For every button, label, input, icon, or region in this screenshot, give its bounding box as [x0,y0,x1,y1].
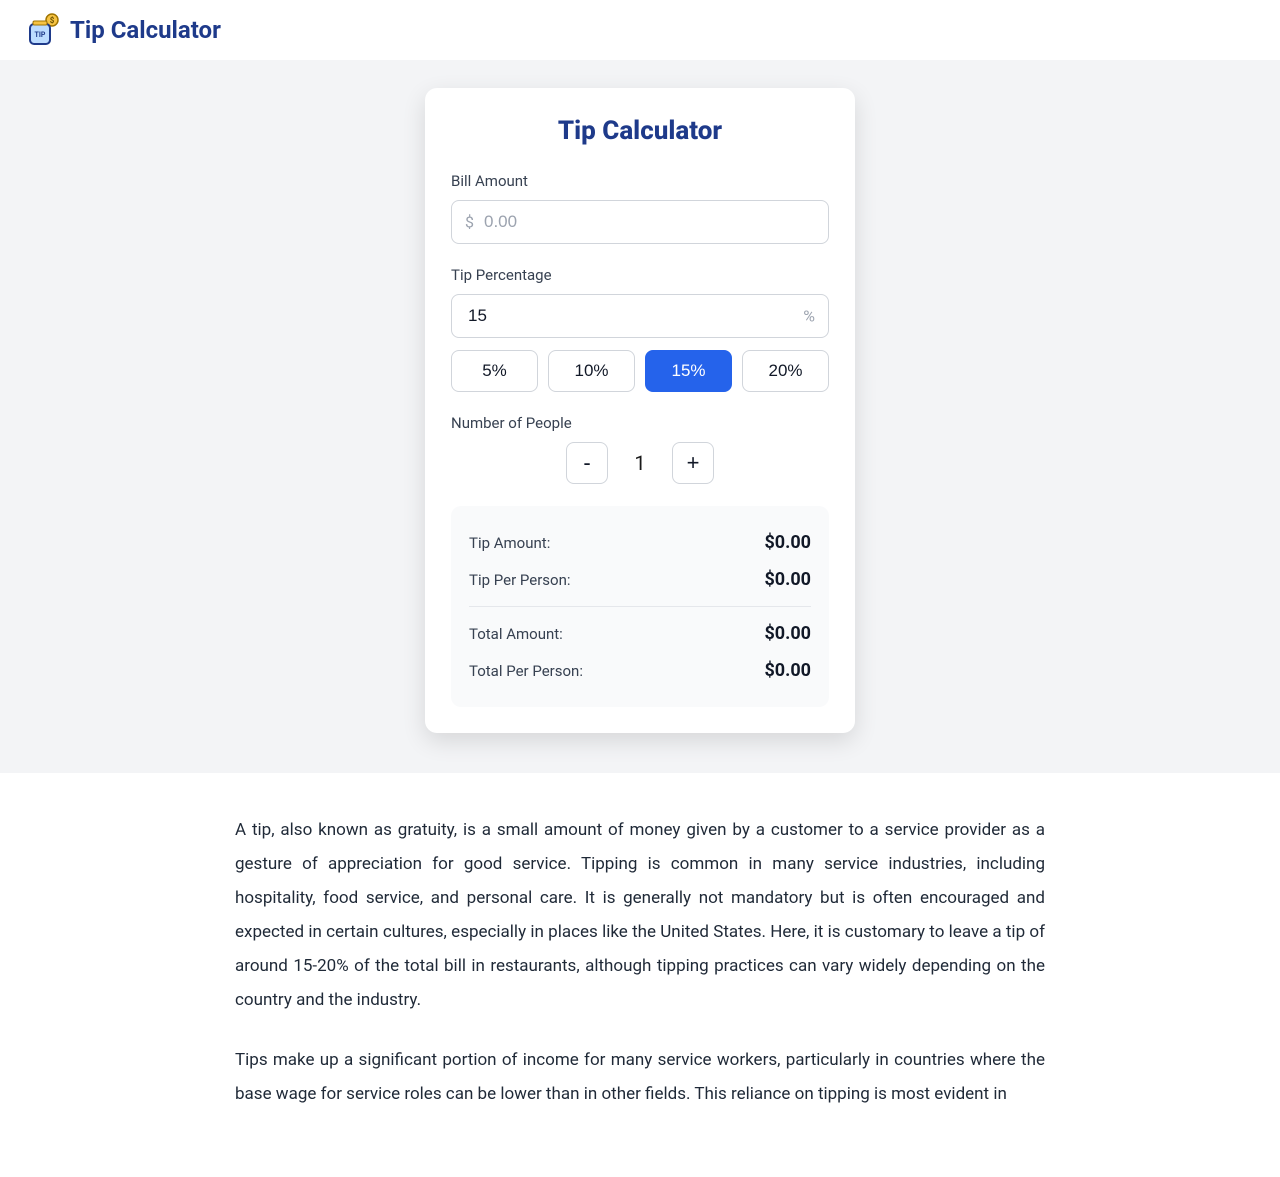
tip-preset-20[interactable]: 20% [742,350,829,392]
people-block: Number of People - 1 + [451,414,829,484]
dollar-prefix: $ [465,213,474,232]
results-panel: Tip Amount: $0.00 Tip Per Person: $0.00 … [451,506,829,707]
total-per-person-label: Total Per Person: [469,662,583,680]
card-title: Tip Calculator [451,116,829,146]
article-paragraph-1: A tip, also known as gratuity, is a smal… [235,813,1045,1017]
tip-per-person-label: Tip Per Person: [469,571,570,589]
total-amount-label: Total Amount: [469,625,563,643]
tip-preset-5[interactable]: 5% [451,350,538,392]
tip-preset-15[interactable]: 15% [645,350,732,392]
people-value: 1 [630,451,650,475]
tip-per-person-row: Tip Per Person: $0.00 [469,561,811,598]
total-per-person-row: Total Per Person: $0.00 [469,652,811,689]
people-label: Number of People [451,414,829,432]
people-decrement-button[interactable]: - [566,442,608,484]
total-amount-row: Total Amount: $0.00 [469,615,811,652]
hero-band: Tip Calculator Bill Amount $ Tip Percent… [0,60,1280,773]
results-divider [469,606,811,607]
calculator-card: Tip Calculator Bill Amount $ Tip Percent… [425,88,855,733]
article-paragraph-2: Tips make up a significant portion of in… [235,1043,1045,1111]
tip-preset-row: 5% 10% 15% 20% [451,350,829,392]
tip-percentage-block: Tip Percentage % 5% 10% 15% 20% [451,266,829,392]
total-per-person-value: $0.00 [764,660,811,681]
tip-percentage-group: % [451,294,829,338]
header-title: Tip Calculator [70,16,221,44]
tip-percentage-label: Tip Percentage [451,266,829,284]
bill-amount-label: Bill Amount [451,172,829,190]
svg-text:TIP: TIP [35,31,46,39]
tip-per-person-value: $0.00 [764,569,811,590]
total-amount-value: $0.00 [764,623,811,644]
article: A tip, also known as gratuity, is a smal… [225,813,1055,1177]
tip-amount-row: Tip Amount: $0.00 [469,524,811,561]
header: $ TIP Tip Calculator [0,0,1280,60]
people-stepper: - 1 + [451,442,829,484]
svg-text:$: $ [50,16,55,25]
tip-amount-label: Tip Amount: [469,534,550,552]
tip-jar-icon: $ TIP [24,12,60,48]
people-increment-button[interactable]: + [672,442,714,484]
tip-amount-value: $0.00 [764,532,811,553]
bill-amount-group: $ [451,200,829,244]
tip-preset-10[interactable]: 10% [548,350,635,392]
percent-suffix: % [803,307,815,326]
bill-amount-input[interactable] [451,200,829,244]
tip-percentage-input[interactable] [451,294,829,338]
